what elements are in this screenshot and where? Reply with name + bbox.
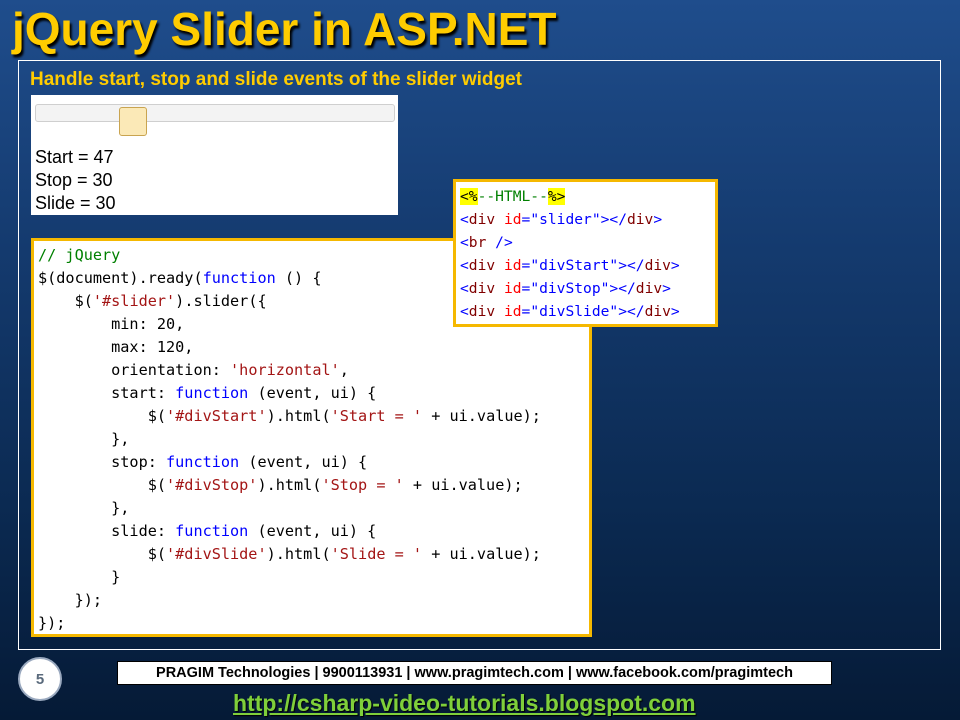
html-code-line: <div id="divStart"></div> [460,257,680,274]
html-code-line: <div id="divStop"></div> [460,280,671,297]
page-number-badge: 5 [18,657,62,701]
code-line: } [38,568,121,586]
code-line: orientation: 'horizontal', [38,361,349,379]
html-code-line: <%--HTML--%> [460,188,566,205]
code-line: slide: function (event, ui) { [38,522,377,540]
code-line: }); [38,614,66,632]
company-footer: PRAGIM Technologies | 9900113931 | www.p… [117,661,832,685]
slider-handle[interactable] [118,107,147,136]
code-line: $('#divStart').html('Start = ' + ui.valu… [38,407,541,425]
code-line: $('#divStop').html('Stop = ' + ui.value)… [38,476,523,494]
blog-link[interactable]: http://csharp-video-tutorials.blogspot.c… [233,690,696,717]
html-code-line: <br /> [460,234,513,251]
code-line: }, [38,430,130,448]
code-line: max: 120, [38,338,194,356]
html-code-block: <%--HTML--%> <div id="slider"></div> <br /… [453,179,718,327]
slide-subtitle: Handle start, stop and slide events of t… [30,69,522,90]
html-code-line: <div id="divSlide"></div> [460,303,680,320]
div-stop-output: Stop = 30 [35,170,113,190]
code-line: stop: function (event, ui) { [38,453,368,471]
code-line: }); [38,591,103,609]
div-start-output: Start = 47 [35,147,114,167]
code-line: $('#divSlide').html('Slide = ' + ui.valu… [38,545,541,563]
slider-track[interactable] [35,104,395,136]
div-slide-output: Slide = 30 [35,193,116,213]
html-code-line: <div id="slider"></div> [460,211,663,228]
slide-title: jQuery Slider in ASP.NET [12,3,557,55]
code-line: }, [38,499,130,517]
slider-demo-panel: Start = 47 Stop = 30 Slide = 30 [31,95,398,215]
code-line: start: function (event, ui) { [38,384,377,402]
